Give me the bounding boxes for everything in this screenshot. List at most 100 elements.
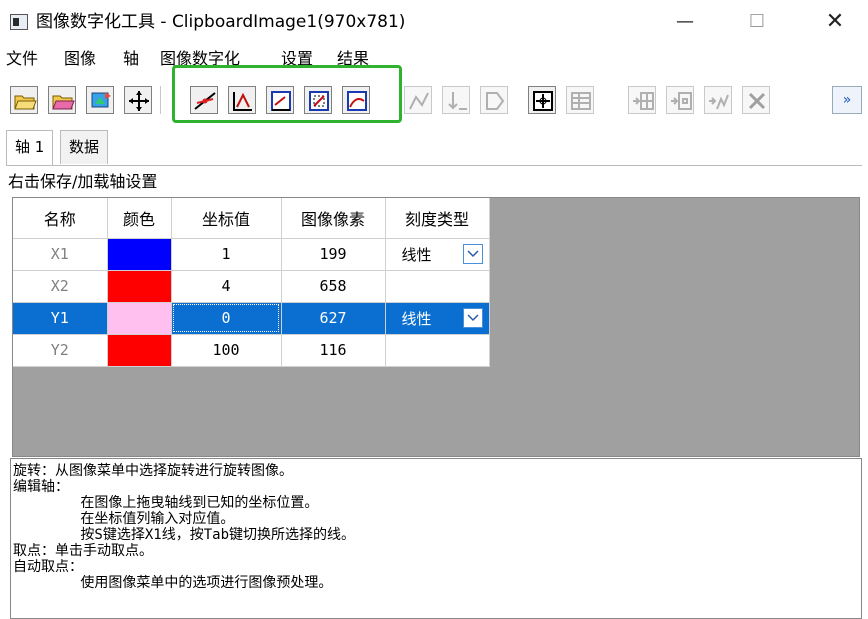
axis-scale-cell[interactable]: 线性: [385, 302, 490, 335]
move-axis-icon: [129, 91, 149, 111]
edit-axis-icon: [194, 92, 216, 110]
header-color[interactable]: 颜色: [107, 198, 172, 239]
move-axis-button[interactable]: [124, 86, 152, 114]
menu-results[interactable]: 结果: [337, 48, 369, 70]
axis-color-cell[interactable]: [107, 270, 172, 303]
table-row[interactable]: X2 4 658: [13, 270, 490, 303]
color-swatch: [107, 302, 171, 334]
axis-name: X1: [13, 238, 108, 271]
toolbar-separator: [160, 86, 161, 114]
title-bar: 图像数字化工具 - ClipboardImage1(970x781) — ☐ ✕: [0, 0, 868, 44]
menu-axis[interactable]: 轴: [123, 48, 139, 70]
curve-button[interactable]: [404, 86, 432, 114]
axis-color-cell[interactable]: [107, 302, 172, 335]
chevron-down-icon: [466, 249, 479, 257]
menu-file[interactable]: 文件: [6, 48, 38, 70]
digitize-grid-icon: [271, 91, 291, 111]
add-column-button[interactable]: [628, 86, 656, 114]
scale-dropdown-button[interactable]: [462, 307, 483, 328]
digitize-box-icon: [309, 91, 329, 111]
axis-value-cell[interactable]: 1: [171, 238, 282, 271]
window-title: 图像数字化工具 - ClipboardImage1(970x781): [36, 12, 406, 32]
table-row[interactable]: X1 1 199 线性: [13, 238, 490, 271]
table-row-selected[interactable]: Y1 0 627 线性: [13, 302, 490, 335]
help-line: 按S键选择X1线，按Tab键切换所选择的线。: [13, 527, 356, 543]
minimize-button[interactable]: —: [662, 4, 708, 40]
menu-digitize[interactable]: 图像数字化: [160, 48, 240, 70]
scale-value: 线性: [401, 245, 432, 264]
help-text-box[interactable]: 旋转：从图像菜单中选择旋转进行旋转图像。 编辑轴： 在图像上拖曳轴线到已知的坐标…: [10, 458, 862, 619]
axis-color-cell[interactable]: [107, 238, 172, 271]
open-folder-button[interactable]: [10, 86, 38, 114]
help-line: 旋转：从图像菜单中选择旋转进行旋转图像。: [13, 463, 293, 479]
open-image-button[interactable]: [48, 86, 76, 114]
open-folder-icon: [14, 95, 37, 110]
menu-image[interactable]: 图像: [64, 48, 96, 70]
pick-point-button[interactable]: [228, 86, 256, 114]
hint-text: 右击保存/加载轴设置: [8, 172, 158, 191]
color-swatch: [107, 270, 171, 302]
help-line: 自动取点：: [13, 559, 83, 575]
axis-scale-cell[interactable]: 线性: [385, 238, 490, 271]
scale-dropdown-button[interactable]: [462, 243, 483, 264]
axis-scale-cell[interactable]: [385, 334, 490, 367]
digitize-region-button[interactable]: [342, 86, 370, 114]
header-pixel[interactable]: 图像像素: [281, 198, 386, 239]
table-button[interactable]: [566, 86, 594, 114]
tab-border: [6, 165, 862, 166]
delete-button[interactable]: [742, 86, 770, 114]
drop-line-button[interactable]: [442, 86, 470, 114]
close-button[interactable]: ✕: [812, 4, 858, 40]
toolbar: [0, 74, 868, 124]
crosshair-button[interactable]: [528, 86, 556, 114]
axis-value-cell[interactable]: 4: [171, 270, 282, 303]
help-line: 在图像上拖曳轴线到已知的坐标位置。: [13, 495, 319, 511]
digitize-region-icon: [347, 91, 367, 111]
help-line: 取点：单击手动取点。: [13, 543, 153, 559]
axis-name: X2: [13, 270, 108, 303]
curve-icon: [409, 92, 429, 110]
edit-axis-button[interactable]: [190, 86, 218, 114]
tab-data[interactable]: 数据: [60, 130, 109, 164]
axis-scale-cell[interactable]: [385, 270, 490, 303]
drop-line-icon: [448, 92, 467, 110]
pick-point-icon: [233, 92, 252, 111]
chevron-down-icon: [466, 313, 479, 321]
help-line: 编辑轴：: [13, 479, 69, 495]
add-row-button[interactable]: [666, 86, 694, 114]
table-header-row: 名称 颜色 坐标值 图像像素 刻度类型: [13, 198, 490, 239]
delete-icon: [748, 92, 766, 110]
header-scale[interactable]: 刻度类型: [385, 198, 490, 239]
add-curve-button[interactable]: [704, 86, 732, 114]
mask-button[interactable]: [480, 86, 508, 114]
color-swatch: [107, 334, 171, 366]
menu-settings[interactable]: 设置: [281, 48, 313, 70]
rotate-button[interactable]: [86, 86, 114, 114]
axis-color-cell[interactable]: [107, 334, 172, 367]
axis-pixel-cell[interactable]: 199: [281, 238, 386, 271]
add-curve-icon: [709, 94, 729, 110]
scale-value: 线性: [401, 309, 432, 328]
toolbar-overflow-button[interactable]: »: [832, 86, 862, 114]
header-value[interactable]: 坐标值: [171, 198, 282, 239]
tab-axis-1[interactable]: 轴 1: [6, 130, 54, 166]
table-row[interactable]: Y2 100 116: [13, 334, 490, 367]
menu-bar: 文件 图像 轴 图像数字化 设置 结果: [0, 46, 868, 72]
axis-value-cell[interactable]: 0: [171, 302, 282, 335]
header-name[interactable]: 名称: [13, 198, 108, 239]
maximize-button[interactable]: ☐: [734, 4, 780, 40]
rotate-icon: [91, 92, 111, 108]
table-icon: [571, 92, 591, 110]
digitize-grid-button[interactable]: [266, 86, 294, 114]
axis-value-cell[interactable]: 100: [171, 334, 282, 367]
add-row-icon: [671, 92, 692, 110]
axis-grid: 名称 颜色 坐标值 图像像素 刻度类型 X1 1 199 线性 X2 4 658: [12, 197, 860, 457]
axis-pixel-cell[interactable]: 658: [281, 270, 386, 303]
axis-name: Y2: [13, 334, 108, 367]
digitize-box-button[interactable]: [304, 86, 332, 114]
axis-pixel-cell[interactable]: 627: [281, 302, 386, 335]
help-line: 在坐标值列输入对应值。: [13, 511, 235, 527]
axis-table: 名称 颜色 坐标值 图像像素 刻度类型 X1 1 199 线性 X2 4 658: [13, 198, 490, 367]
axis-pixel-cell[interactable]: 116: [281, 334, 386, 367]
color-swatch: [107, 238, 171, 270]
